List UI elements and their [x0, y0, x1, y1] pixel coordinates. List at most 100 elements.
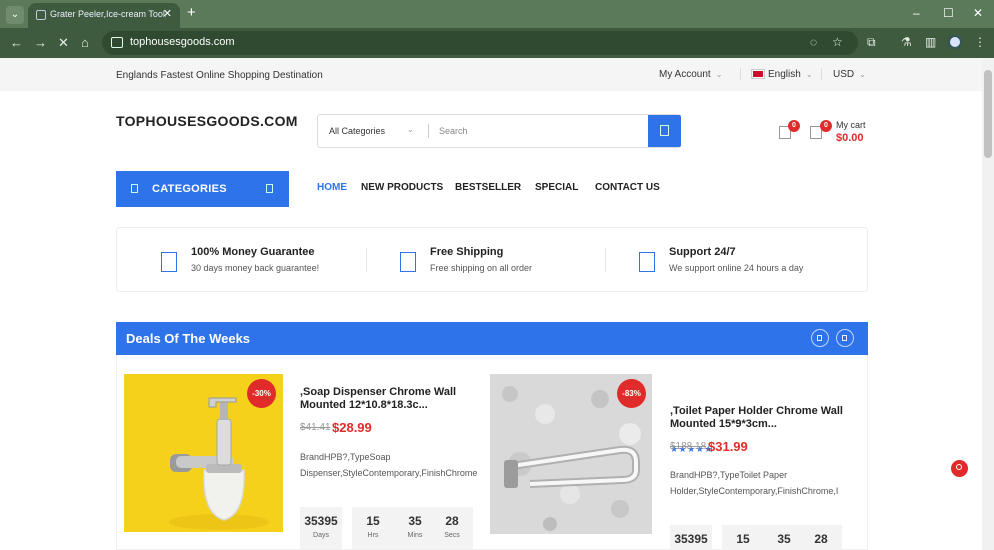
money-icon	[161, 252, 177, 272]
extensions-icon[interactable]: ⧉	[867, 35, 876, 50]
url-text: tophousesgoods.com	[130, 36, 235, 48]
close-window-icon[interactable]: ✕	[973, 6, 983, 20]
chevron-down-icon	[266, 184, 273, 193]
countdown-value: 35395	[674, 532, 708, 546]
location-icon	[956, 464, 962, 470]
feature-free-shipping: Free Shipping Free shipping on all order	[367, 228, 605, 291]
tab-title: Grater Peeler,Ice-cream Tool,Sp	[50, 9, 166, 19]
nav-bestseller[interactable]: BESTSELLER	[455, 182, 521, 193]
cart-total[interactable]: $0.00	[836, 132, 864, 144]
feature-money-guarantee: 100% Money Guarantee 30 days money back …	[117, 228, 367, 291]
menu-icon	[131, 184, 138, 193]
currency-dropdown[interactable]: USD ⌄	[833, 69, 866, 80]
page-scrollbar[interactable]	[982, 58, 994, 550]
search-bar: All Categories ⌄	[317, 114, 681, 148]
countdown-value: 15	[736, 532, 750, 546]
bookmark-star-icon[interactable]: ☆	[832, 35, 843, 49]
nav-home[interactable]: HOME	[317, 182, 347, 193]
description-line: BrandHPB?,TypeToilet Paper	[670, 470, 788, 480]
countdown-unit: Mins	[407, 532, 423, 539]
sidebar-icon[interactable]: ▥	[925, 35, 936, 49]
discount-badge: -30%	[247, 379, 276, 408]
prev-arrow-button[interactable]	[811, 329, 829, 347]
chevron-down-icon: ⌄	[859, 70, 866, 79]
search-button[interactable]	[648, 115, 681, 147]
countdown-value: 35	[777, 532, 791, 546]
profile-avatar[interactable]	[948, 35, 962, 49]
product-description: BrandHPB?,TypeToilet Paper Holder,StyleCo…	[670, 467, 850, 499]
chat-widget-icon[interactable]	[951, 460, 968, 477]
nav-special[interactable]: SPECIAL	[535, 182, 578, 193]
nav-contact-us[interactable]: CONTACT US	[595, 182, 660, 193]
product-name[interactable]: ,Toilet Paper Holder Chrome Wall Mounted…	[670, 405, 854, 431]
countdown-minutes: 35 Mins	[394, 507, 436, 549]
features-strip: 100% Money Guarantee 30 days money back …	[116, 227, 868, 292]
old-price: $41.41	[300, 422, 331, 433]
countdown-seconds: 28 Secs	[431, 507, 473, 549]
my-cart-label[interactable]: My cart	[836, 120, 866, 130]
divider	[428, 124, 429, 138]
deals-header: Deals Of The Weeks	[116, 322, 868, 355]
forward-icon[interactable]: →	[34, 35, 47, 50]
web-page: Englands Fastest Online Shopping Destina…	[0, 58, 994, 550]
nav-new-products[interactable]: NEW PRODUCTS	[361, 182, 443, 193]
category-select[interactable]: All Categories ⌄	[318, 115, 428, 147]
my-account-label: My Account	[659, 69, 711, 80]
divider	[821, 68, 822, 80]
countdown-value: 15	[366, 514, 380, 528]
product-name[interactable]: ,Soap Dispenser Chrome Wall Mounted 12*1…	[300, 386, 484, 412]
description-line: Dispenser,StyleContemporary,FinishChrome	[300, 468, 478, 478]
back-icon[interactable]: ←	[10, 35, 23, 50]
chevron-down-icon: ⌄	[715, 70, 723, 79]
language-dropdown[interactable]: English ⌄	[768, 69, 813, 80]
search-icon	[660, 125, 669, 136]
my-account-dropdown[interactable]: My Account ⌄	[659, 69, 722, 80]
language-label: English	[768, 69, 801, 80]
menu-icon[interactable]: ⋮	[974, 35, 986, 49]
url-bar[interactable]: tophousesgoods.com ◌ ☆	[102, 31, 858, 55]
category-select-label: All Categories	[329, 126, 386, 136]
description-line: Holder,StyleContemporary,FinishChrome,I	[670, 486, 839, 496]
countdown-value: 35	[408, 514, 422, 528]
search-input[interactable]	[431, 116, 641, 146]
countdown-days: 35395	[670, 525, 712, 550]
browser-tab[interactable]: Grater Peeler,Ice-cream Tool,Sp ✕	[28, 3, 180, 28]
minimize-icon[interactable]: –	[913, 6, 920, 20]
deals-carousel: -30% ,Soap Dispenser Chrome Wall Mounted…	[116, 355, 868, 550]
countdown-seconds: 28	[800, 525, 842, 550]
stop-loading-icon[interactable]: ✕	[58, 35, 69, 51]
tagline: Englands Fastest Online Shopping Destina…	[116, 70, 323, 81]
chevron-down-icon: ⌄	[805, 70, 813, 79]
new-tab-icon[interactable]: +	[187, 4, 196, 21]
feature-title: Support 24/7	[669, 246, 736, 258]
feature-title: Free Shipping	[430, 246, 504, 258]
scrollbar-thumb[interactable]	[984, 70, 992, 158]
categories-button[interactable]: CATEGORIES	[116, 171, 289, 207]
site-info-icon[interactable]	[111, 37, 123, 48]
labs-icon[interactable]: ⚗	[901, 35, 912, 49]
site-logo[interactable]: TOPHOUSESGOODS.COM	[116, 113, 298, 129]
tracking-icon[interactable]: ◌	[810, 35, 817, 49]
maximize-icon[interactable]: ☐	[943, 6, 954, 20]
chevron-right-icon	[842, 335, 847, 341]
feature-title: 100% Money Guarantee	[191, 246, 315, 258]
countdown-days: 35395 Days	[300, 507, 342, 549]
uk-flag-icon	[751, 69, 765, 79]
currency-label: USD	[833, 69, 855, 80]
close-tab-icon[interactable]: ✕	[163, 7, 172, 20]
countdown-unit: Secs	[444, 532, 460, 539]
countdown-value: 35395	[304, 514, 338, 528]
tab-search-icon[interactable]: ⌄	[6, 6, 24, 24]
divider	[740, 68, 741, 80]
countdown-hours: 15	[722, 525, 764, 550]
feature-subtitle: We support online 24 hours a day	[669, 263, 804, 273]
countdown-unit: Hrs	[367, 532, 379, 539]
countdown-minutes: 35	[763, 525, 805, 550]
countdown-value: 28	[445, 514, 459, 528]
chevron-down-icon: ⌄	[407, 125, 414, 134]
home-icon[interactable]: ⌂	[81, 35, 89, 50]
shipping-icon	[400, 252, 416, 272]
next-arrow-button[interactable]	[836, 329, 854, 347]
categories-label: CATEGORIES	[152, 183, 227, 195]
browser-tab-strip: ⌄ Grater Peeler,Ice-cream Tool,Sp ✕ + – …	[0, 0, 994, 28]
